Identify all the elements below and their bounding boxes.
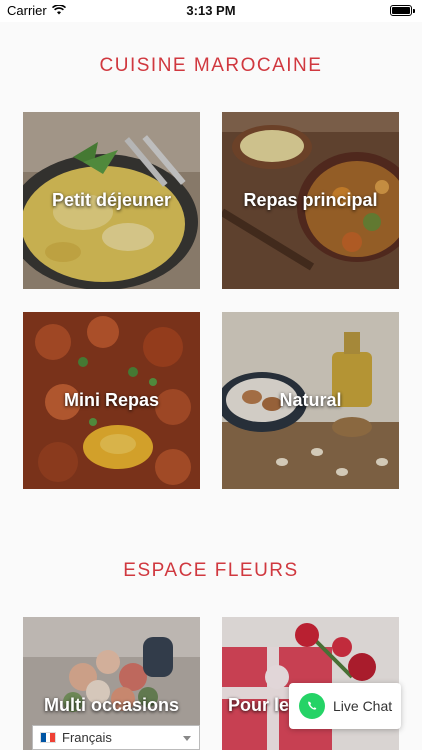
caret-down-icon	[183, 736, 191, 741]
category-tile-natural[interactable]: Natural	[222, 312, 399, 489]
tile-label: Repas principal	[243, 190, 378, 210]
language-select[interactable]: Français	[32, 725, 200, 750]
live-chat-label: Live Chat	[333, 698, 393, 714]
battery-icon	[390, 5, 415, 16]
live-chat-button[interactable]: Live Chat	[289, 683, 401, 729]
tile-label: Natural	[279, 390, 342, 410]
category-tile-mini-repas[interactable]: Mini Repas	[23, 312, 200, 489]
tile-label: Mini Repas	[63, 390, 160, 410]
whatsapp-icon	[299, 693, 325, 719]
france-flag-icon	[40, 732, 56, 743]
language-select-value: Français	[62, 730, 112, 745]
category-tile-petit-dejeuner[interactable]: Petit déjeuner	[23, 112, 200, 289]
tile-label: Multi occasions	[43, 695, 180, 715]
section-title-fleurs: ESPACE FLEURS	[123, 560, 299, 581]
category-tile-repas-principal[interactable]: Repas principal	[222, 112, 399, 289]
tile-label: Pour le	[228, 695, 290, 715]
section-title-cuisine: CUISINE MAROCAINE	[99, 55, 323, 76]
clock: 3:13 PM	[186, 3, 236, 18]
status-bar: Carrier 3:13 PM	[0, 0, 422, 22]
tile-label: Petit déjeuner	[51, 190, 172, 210]
